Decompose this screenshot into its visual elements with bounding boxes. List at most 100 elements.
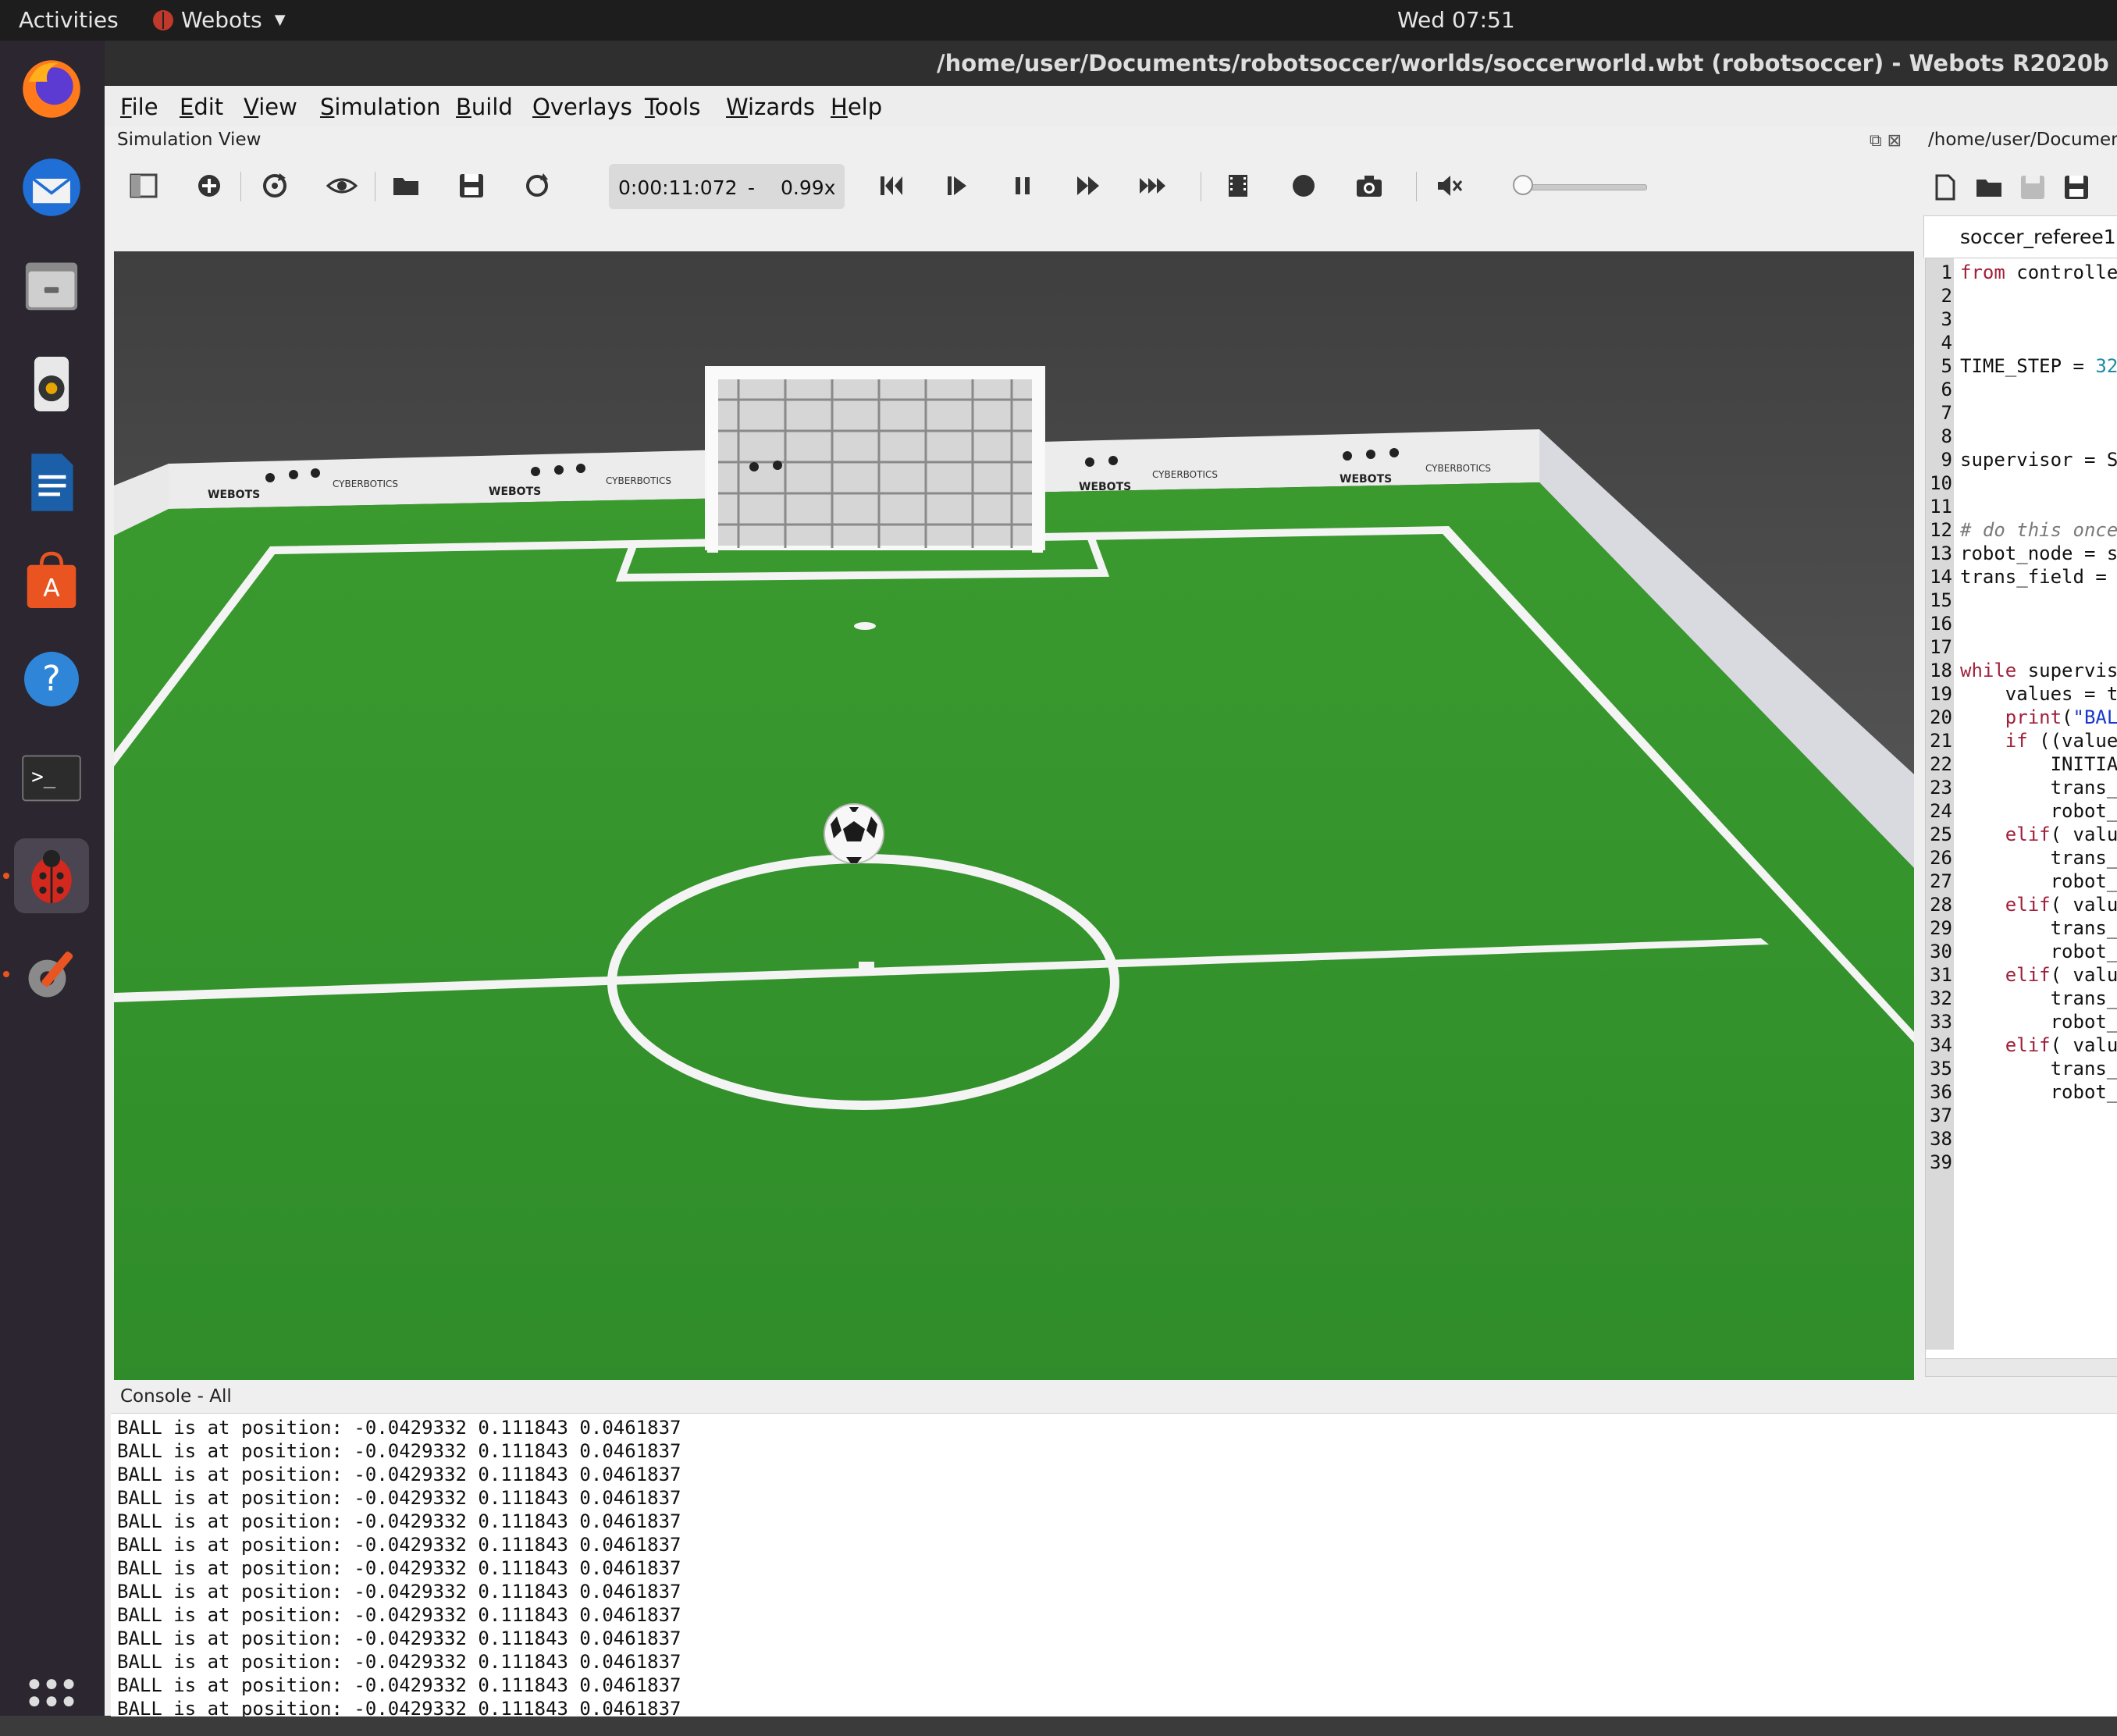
firefox-icon[interactable] xyxy=(14,52,89,126)
scene-tree-toggle-icon[interactable] xyxy=(123,165,164,206)
line-number: 27 xyxy=(1930,870,1952,892)
reset-view-icon[interactable] xyxy=(254,165,295,206)
writer-icon[interactable] xyxy=(14,445,89,520)
terminal-icon[interactable]: >_ xyxy=(14,740,89,815)
clock[interactable]: Wed 07:51 xyxy=(1397,7,1515,33)
code-editor[interactable]: 1 from controlle 2 3 4 5 TIME_STEP = 32 6 7 8 9 sup… xyxy=(1925,258,2117,1360)
step-icon[interactable] xyxy=(937,165,977,206)
reset-simulation-icon[interactable] xyxy=(871,165,912,206)
run-fast-icon[interactable] xyxy=(1068,165,1108,206)
webots-window: /home/user/Documents/robotsoccer/worlds/… xyxy=(105,41,2117,1716)
menu-view[interactable]: View xyxy=(244,94,297,120)
banner-text: WEBOTS xyxy=(1079,481,1131,493)
new-file-icon[interactable] xyxy=(1925,167,1966,208)
menu-tools[interactable]: Tools xyxy=(645,94,700,120)
line-number: 2 xyxy=(1941,285,1952,307)
line-number: 23 xyxy=(1930,777,1952,799)
pause-icon[interactable] xyxy=(1002,165,1043,206)
banner-text: WEBOTS xyxy=(489,486,541,498)
console-title: Console - All xyxy=(120,1386,232,1407)
volume-slider-track[interactable] xyxy=(1514,184,1647,190)
line-number: 25 xyxy=(1930,824,1952,845)
app-menu[interactable]: Webots ▼ xyxy=(153,7,286,33)
webots-app-icon xyxy=(153,9,173,30)
menu-build[interactable]: Build xyxy=(456,94,513,120)
penalty-spot xyxy=(854,622,876,630)
menu-overlays[interactable]: Overlays xyxy=(532,94,632,120)
code-text: from controlle xyxy=(1960,261,2117,283)
console-line: BALL is at position: -0.0429332 0.111843… xyxy=(117,1628,681,1649)
show-apps-icon[interactable] xyxy=(14,1661,89,1736)
line-number: 31 xyxy=(1930,964,1952,986)
soccer-ball xyxy=(824,803,884,864)
save-file-icon[interactable] xyxy=(2012,167,2053,208)
webots-icon[interactable] xyxy=(14,838,89,913)
code-text: elif( valu xyxy=(2005,964,2117,986)
window-titlebar[interactable]: /home/user/Documents/robotsoccer/worlds/… xyxy=(105,41,2117,86)
line-number: 32 xyxy=(1930,987,1952,1009)
code-text: elif( valu xyxy=(2005,894,2117,916)
save-world-icon[interactable] xyxy=(451,165,492,206)
menu-help[interactable]: Help xyxy=(831,94,882,120)
files-icon[interactable] xyxy=(14,248,89,323)
editor-tab[interactable]: soccer_referee1.p xyxy=(1923,215,2117,258)
code-text: elif( valu xyxy=(2005,824,2117,845)
goal-crossbar xyxy=(707,368,1043,379)
simulation-toolbar: 0:00:11:072 - 0.99x xyxy=(109,155,1917,217)
line-number: 19 xyxy=(1930,683,1952,705)
code-text: robot_ xyxy=(1960,1011,2117,1033)
line-number: 26 xyxy=(1930,847,1952,869)
save-as-icon[interactable] xyxy=(2056,167,2097,208)
line-number: 4 xyxy=(1941,332,1952,354)
fast-mode-icon[interactable] xyxy=(1133,165,1174,206)
simulation-time-display: 0:00:11:072 - 0.99x xyxy=(609,164,845,209)
line-number: 35 xyxy=(1930,1058,1952,1080)
volume-slider-handle[interactable] xyxy=(1513,175,1533,195)
line-number: 38 xyxy=(1930,1128,1952,1150)
panel-title: Simulation View xyxy=(117,130,262,150)
software-icon[interactable]: A xyxy=(14,543,89,618)
menu-simulation[interactable]: Simulation xyxy=(320,94,441,120)
menu-bar: File Edit View Simulation Build Overlays… xyxy=(105,86,2117,126)
chevron-down-icon: ▼ xyxy=(274,12,286,28)
settings-icon[interactable] xyxy=(14,937,89,1012)
code-text: trans_field = xyxy=(1960,566,2117,588)
3d-viewport[interactable]: WEBOTS CYBERBOTICS WEBOTS CYBERBOTICS WE… xyxy=(114,251,1914,1407)
close-icon[interactable]: ⊠ xyxy=(1888,131,1902,151)
help-icon[interactable]: ? xyxy=(14,642,89,717)
simulation-time: 0:00:11:072 xyxy=(618,176,738,199)
code-text: robot_node = s xyxy=(1960,542,2117,564)
line-number: 39 xyxy=(1930,1151,1952,1173)
line-number: 8 xyxy=(1941,425,1952,447)
record-icon[interactable] xyxy=(1283,165,1324,206)
rhythmbox-icon[interactable] xyxy=(14,347,89,422)
svg-text:>_: >_ xyxy=(31,765,56,788)
mute-icon[interactable] xyxy=(1429,165,1469,206)
reload-world-icon[interactable] xyxy=(517,165,557,206)
view-icon[interactable] xyxy=(322,165,362,206)
line-number: 7 xyxy=(1941,402,1952,424)
goal-net xyxy=(705,366,1045,550)
line-number: 5 xyxy=(1941,355,1952,377)
activities-button[interactable]: Activities xyxy=(19,7,119,33)
line-number: 33 xyxy=(1930,1011,1952,1033)
horizontal-scrollbar[interactable] xyxy=(1925,1358,2117,1377)
console-output[interactable]: BALL is at position: -0.0429332 0.111843… xyxy=(111,1413,2117,1716)
open-file-icon[interactable] xyxy=(1969,167,2009,208)
open-world-icon[interactable] xyxy=(386,165,426,206)
editor-tab-label: soccer_referee1.p xyxy=(1960,226,2117,248)
console-line: BALL is at position: -0.0429332 0.111843… xyxy=(117,1440,681,1462)
line-number: 30 xyxy=(1930,941,1952,962)
menu-wizards[interactable]: Wizards xyxy=(726,94,815,120)
console-line: BALL is at position: -0.0429332 0.111843… xyxy=(117,1604,681,1626)
movie-icon[interactable] xyxy=(1218,165,1258,206)
code-text: robot_ xyxy=(1960,941,2117,962)
add-node-icon[interactable] xyxy=(189,165,229,206)
line-number: 3 xyxy=(1941,308,1952,330)
menu-file[interactable]: File xyxy=(120,94,158,120)
thunderbird-icon[interactable] xyxy=(14,150,89,225)
float-icon[interactable]: ⧉ xyxy=(1870,131,1882,151)
screenshot-icon[interactable] xyxy=(1349,165,1389,206)
menu-edit[interactable]: Edit xyxy=(180,94,223,120)
console-line: BALL is at position: -0.0429332 0.111843… xyxy=(117,1417,681,1439)
